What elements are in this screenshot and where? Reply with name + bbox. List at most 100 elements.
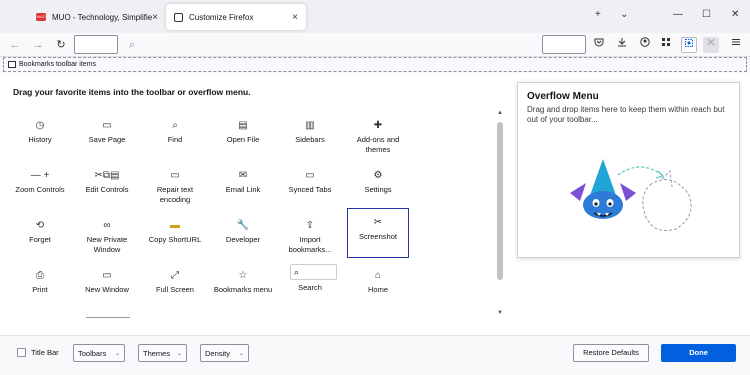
palette-item-forget[interactable]: ⟲ Forget	[9, 218, 71, 245]
title-bar-checkbox[interactable]: Title Bar	[17, 348, 59, 357]
palette-item-full-screen[interactable]: ⤢ Full Screen	[144, 268, 206, 295]
customize-footer: Title Bar Toolbars ⌄ Themes ⌄ Density ⌄ …	[0, 335, 750, 375]
close-icon[interactable]: ×	[292, 12, 298, 23]
palette-item-open-file[interactable]: ▤ Open File	[212, 118, 274, 145]
nav-bar: ← → ↻ ⌕	[0, 33, 750, 57]
themes-dropdown[interactable]: Themes ⌄	[138, 344, 187, 362]
palette-item-edit-controls[interactable]: ✂⧉▤ Edit Controls	[76, 168, 138, 195]
window-close-icon[interactable]: ✕	[731, 9, 739, 20]
wrench-icon: 🔧	[236, 220, 250, 231]
new-tab-icon[interactable]: +	[595, 9, 601, 20]
palette-item-find[interactable]: ⌕ Find	[144, 118, 206, 145]
new-window-icon: ▭	[102, 270, 112, 281]
palette-scrollbar[interactable]: ▲ ▼	[495, 110, 505, 320]
grid-icon	[662, 38, 670, 46]
bookmarks-toolbar[interactable]: Bookmarks toolbar items	[3, 57, 747, 72]
zoom-icon: — +	[30, 170, 50, 181]
overflow-menu-title: Overflow Menu	[527, 91, 599, 102]
forward-icon[interactable]: →	[30, 37, 46, 53]
palette-title: Drag your favorite items into the toolba…	[13, 87, 251, 97]
x-icon	[707, 38, 715, 46]
minimize-icon[interactable]: —	[673, 9, 683, 20]
palette-item-new-window[interactable]: ▭ New Window	[76, 268, 138, 295]
edit-controls-icon: ✂⧉▤	[94, 170, 120, 181]
back-icon[interactable]: ←	[7, 37, 23, 53]
item-label: New Window	[85, 285, 129, 294]
scroll-down-icon[interactable]: ▼	[495, 310, 505, 316]
density-dropdown[interactable]: Density ⌄	[200, 344, 249, 362]
overflow-menu-panel[interactable]: Overflow Menu Drag and drop items here t…	[517, 82, 740, 258]
tab-muo[interactable]: MUO MUO - Technology, Simplified. ×	[28, 4, 166, 30]
synced-tabs-icon: ▭	[305, 170, 315, 181]
palette-item-screenshot[interactable]: ✂ Screenshot	[347, 208, 409, 258]
account-icon[interactable]	[637, 37, 653, 53]
save-page-icon: ▭	[102, 120, 112, 131]
maximize-icon[interactable]: ☐	[702, 9, 711, 20]
palette-item-synced-tabs[interactable]: ▭ Synced Tabs	[279, 168, 341, 195]
item-label: Add-ons and themes	[356, 135, 400, 154]
chevron-down-icon: ⌄	[238, 350, 244, 357]
item-label: Sidebars	[295, 135, 325, 144]
url-bar-placeholder[interactable]	[74, 35, 118, 54]
palette-item-bookmarks-menu[interactable]: ☆ Bookmarks menu	[212, 268, 274, 295]
screenshot-scissors-icon: ✂	[373, 217, 383, 228]
import-icon: ⇪	[305, 220, 315, 231]
search-bar-placeholder[interactable]	[542, 35, 586, 54]
muo-favicon-icon: MUO	[36, 13, 46, 21]
item-label: Screenshot	[359, 232, 397, 241]
palette-item-sidebars[interactable]: ▥ Sidebars	[279, 118, 341, 145]
item-label: Find	[167, 135, 183, 144]
themes-label: Themes	[143, 348, 171, 358]
close-toolbar-icon[interactable]	[703, 37, 719, 53]
item-label: Import bookmarks...	[288, 235, 332, 254]
palette-item-home[interactable]: ⌂ Home	[347, 268, 409, 295]
palette-item-save-page[interactable]: ▭ Save Page	[76, 118, 138, 145]
scrollbar-thumb[interactable]	[497, 122, 503, 280]
item-label: Repair text encoding	[156, 185, 194, 204]
pocket-icon[interactable]	[591, 37, 607, 53]
item-label: Copy ShortURL	[148, 235, 202, 244]
item-label: Developer	[225, 235, 261, 244]
palette-item-history[interactable]: ◷ History	[9, 118, 71, 145]
palette-item-developer[interactable]: 🔧 Developer	[212, 218, 274, 245]
palette-item-email-link[interactable]: ✉ Email Link	[212, 168, 274, 195]
extensions-grid-icon[interactable]	[658, 37, 674, 53]
done-button[interactable]: Done	[661, 344, 736, 362]
puzzle-icon: ✚	[373, 120, 383, 131]
scroll-up-icon[interactable]: ▲	[495, 110, 505, 116]
bookmarks-star-icon: ☆	[238, 270, 248, 281]
sidebars-icon: ▥	[305, 120, 315, 131]
item-label: Email Link	[225, 185, 261, 194]
palette-item-addons[interactable]: ✚ Add-ons and themes	[347, 118, 409, 155]
screenshot-toolbar-icon[interactable]	[681, 37, 697, 53]
reload-icon[interactable]: ↻	[53, 37, 69, 53]
close-icon[interactable]: ×	[152, 12, 158, 23]
toolbars-label: Toolbars	[78, 348, 107, 358]
palette-item-search[interactable]: Search	[279, 283, 341, 293]
tab-customize-firefox[interactable]: Customize Firefox ×	[166, 4, 306, 30]
overflow-illustration-icon	[570, 159, 692, 231]
palette-item-copy-shorturl[interactable]: ▬ Copy ShortURL	[144, 218, 206, 245]
restore-defaults-button[interactable]: Restore Defaults	[573, 344, 649, 362]
toolbars-dropdown[interactable]: Toolbars ⌄	[73, 344, 125, 362]
private-mask-icon: ∞	[103, 220, 111, 231]
palette-item-print[interactable]: ⎙ Print	[9, 268, 71, 295]
item-label: Zoom Controls	[15, 185, 65, 194]
palette-item-partial[interactable]	[86, 317, 130, 335]
list-all-tabs-icon[interactable]: ⌄	[620, 9, 628, 20]
tab-bar: MUO MUO - Technology, Simplified. × Cust…	[0, 0, 750, 33]
palette-item-repair-text-encoding[interactable]: ▭ Repair text encoding	[144, 168, 206, 205]
menu-icon[interactable]	[728, 37, 744, 53]
envelope-icon: ✉	[238, 170, 248, 181]
palette-item-import-bookmarks[interactable]: ⇪ Import bookmarks...	[279, 218, 341, 255]
item-label: Home	[367, 285, 388, 294]
palette-item-new-private-window[interactable]: ∞ New Private Window	[76, 218, 138, 255]
item-label: History	[28, 135, 52, 144]
downloads-icon[interactable]	[614, 37, 630, 53]
palette-item-settings[interactable]: ⚙ Settings	[347, 168, 409, 195]
checkbox-box[interactable]	[17, 348, 26, 357]
search-icon: ⌕	[128, 39, 136, 51]
item-label: Search	[298, 283, 322, 292]
palette-item-zoom-controls[interactable]: — + Zoom Controls	[9, 168, 71, 195]
title-bar-label: Title Bar	[31, 348, 59, 357]
